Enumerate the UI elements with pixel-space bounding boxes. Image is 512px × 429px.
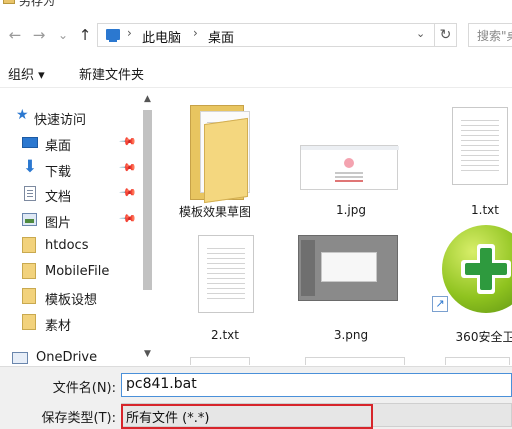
sidebar-item-label: 桌面 (45, 139, 72, 154)
new-folder-button[interactable]: 新建文件夹 (79, 64, 144, 83)
filename-input[interactable]: pc841.bat (121, 373, 512, 397)
sidebar-item-documents[interactable]: 文档 📌 (0, 182, 140, 206)
pin-icon: 📌 (118, 183, 138, 202)
file-list: 模板效果草图 1.jpg 1.txt 2.txt 3.png ↗ 360安全卫 (160, 95, 512, 365)
onedrive-icon (12, 352, 28, 364)
folder-icon (22, 288, 36, 304)
text-file-icon (452, 107, 508, 185)
toolbar: 组织 ▾ 新建文件夹 (0, 56, 512, 88)
pin-icon: 📌 (118, 209, 138, 228)
sidebar-item-label: 素材 (45, 319, 72, 334)
file-item-text[interactable]: 1.txt (430, 95, 512, 225)
sidebar-item-label: 下载 (45, 165, 72, 180)
document-icon (24, 186, 36, 201)
sidebar-item-label: MobileFile (45, 264, 110, 279)
image-thumbnail (298, 235, 398, 301)
folder-icon (190, 105, 260, 204)
filename-label: 文件名(N): (52, 381, 116, 396)
navigation-pane: ★ 快速访问 桌面 📌 ⬇ 下载 📌 文档 📌 图片 📌 htdocs Mobi… (0, 90, 155, 365)
search-input[interactable]: 搜索"桌面" (468, 23, 512, 47)
file-item-image[interactable]: 1.jpg (292, 95, 402, 225)
text-file-icon (198, 235, 254, 313)
navigation-bar: ← → ⌄ ↑ › 此电脑 › 桌面 ⌄ ↻ 搜索"桌面" (0, 20, 512, 52)
folder-icon (22, 263, 36, 279)
file-item-shortcut[interactable]: ↗ 360安全卫士 (422, 220, 512, 350)
sidebar-item-htdocs[interactable]: htdocs (0, 234, 140, 258)
window-title: 另存为 (19, 0, 56, 8)
scroll-down-icon[interactable]: ▼ (140, 347, 155, 362)
sidebar-item-label: 快速访问 (34, 113, 87, 128)
save-as-dialog: 另存为 ← → ⌄ ↑ › 此电脑 › 桌面 ⌄ ↻ 搜索"桌面" 组织 ▾ 新… (0, 0, 512, 429)
this-pc-icon (106, 29, 120, 42)
address-bar[interactable]: › 此电脑 › 桌面 ⌄ ↻ (97, 23, 457, 47)
desktop-icon (22, 137, 38, 148)
title-bar: 另存为 (0, 0, 512, 12)
back-arrow-icon[interactable]: ← (4, 24, 26, 46)
sidebar-item-materials[interactable]: 素材 (0, 311, 140, 335)
star-icon: ★ (16, 107, 29, 123)
file-name: 2.txt (211, 328, 239, 342)
sidebar-item-pictures[interactable]: 图片 📌 (0, 208, 140, 232)
sidebar-item-label: 模板设想 (45, 293, 98, 308)
sidebar-item-label: 图片 (45, 216, 72, 231)
partial-file-icon (305, 357, 405, 365)
sidebar-item-quick-access[interactable]: ★ 快速访问 (0, 105, 140, 129)
pin-icon: 📌 (118, 158, 138, 177)
organize-menu-button[interactable]: 组织 ▾ (8, 64, 45, 83)
sidebar-item-downloads[interactable]: ⬇ 下载 📌 (0, 157, 140, 181)
refresh-icon[interactable]: ↻ (434, 24, 456, 46)
pictures-icon (22, 213, 37, 226)
file-item-image[interactable]: 3.png (292, 230, 402, 360)
file-name: 1.jpg (335, 203, 367, 217)
partial-file-icon (190, 357, 250, 365)
annotation-highlight-box (121, 404, 373, 429)
file-name: 模板效果草图 (178, 205, 251, 219)
folder-icon (22, 237, 36, 253)
chevron-right-icon[interactable]: › (127, 26, 132, 40)
360-security-logo-icon (442, 225, 512, 313)
file-name: 360安全卫士 (455, 330, 512, 344)
breadcrumb-this-pc[interactable]: 此电脑 (142, 27, 181, 46)
sidebar-item-onedrive[interactable]: OneDrive (0, 346, 140, 365)
sidebar-item-label: 文档 (45, 190, 72, 205)
sidebar-item-label: htdocs (45, 238, 89, 253)
file-item-folder[interactable]: 模板效果草图 (160, 95, 270, 225)
scroll-up-icon[interactable]: ▲ (140, 92, 155, 107)
up-arrow-icon[interactable]: ↑ (74, 24, 96, 46)
file-name: 1.txt (471, 203, 499, 217)
file-name: 3.png (333, 328, 369, 342)
file-item-text[interactable]: 2.txt (160, 230, 270, 360)
chevron-right-icon[interactable]: › (193, 26, 198, 40)
sidebar-item-mobilefile[interactable]: MobileFile (0, 260, 140, 284)
shortcut-arrow-icon: ↗ (432, 296, 448, 312)
partial-file-icon (445, 357, 510, 365)
image-thumbnail (300, 145, 399, 190)
folder-icon (22, 314, 36, 330)
filetype-label: 保存类型(T): (41, 411, 116, 426)
sidebar-item-label: OneDrive (36, 350, 98, 365)
recent-locations-icon[interactable]: ⌄ (52, 24, 74, 46)
sidebar-item-desktop[interactable]: 桌面 📌 (0, 131, 140, 155)
breadcrumb-desktop[interactable]: 桌面 (208, 27, 234, 46)
save-options-panel: 文件名(N): pc841.bat 保存类型(T): 所有文件 (*.*) (0, 366, 512, 429)
chevron-down-icon[interactable]: ⌄ (416, 27, 425, 40)
sidebar-scrollbar[interactable]: ▲ ▼ (140, 92, 155, 362)
folder-icon (3, 0, 15, 4)
sidebar-item-template-ideas[interactable]: 模板设想 (0, 285, 140, 309)
pin-icon: 📌 (118, 132, 138, 151)
download-icon: ⬇ (22, 157, 38, 177)
forward-arrow-icon[interactable]: → (28, 24, 50, 46)
scroll-thumb[interactable] (143, 110, 152, 290)
